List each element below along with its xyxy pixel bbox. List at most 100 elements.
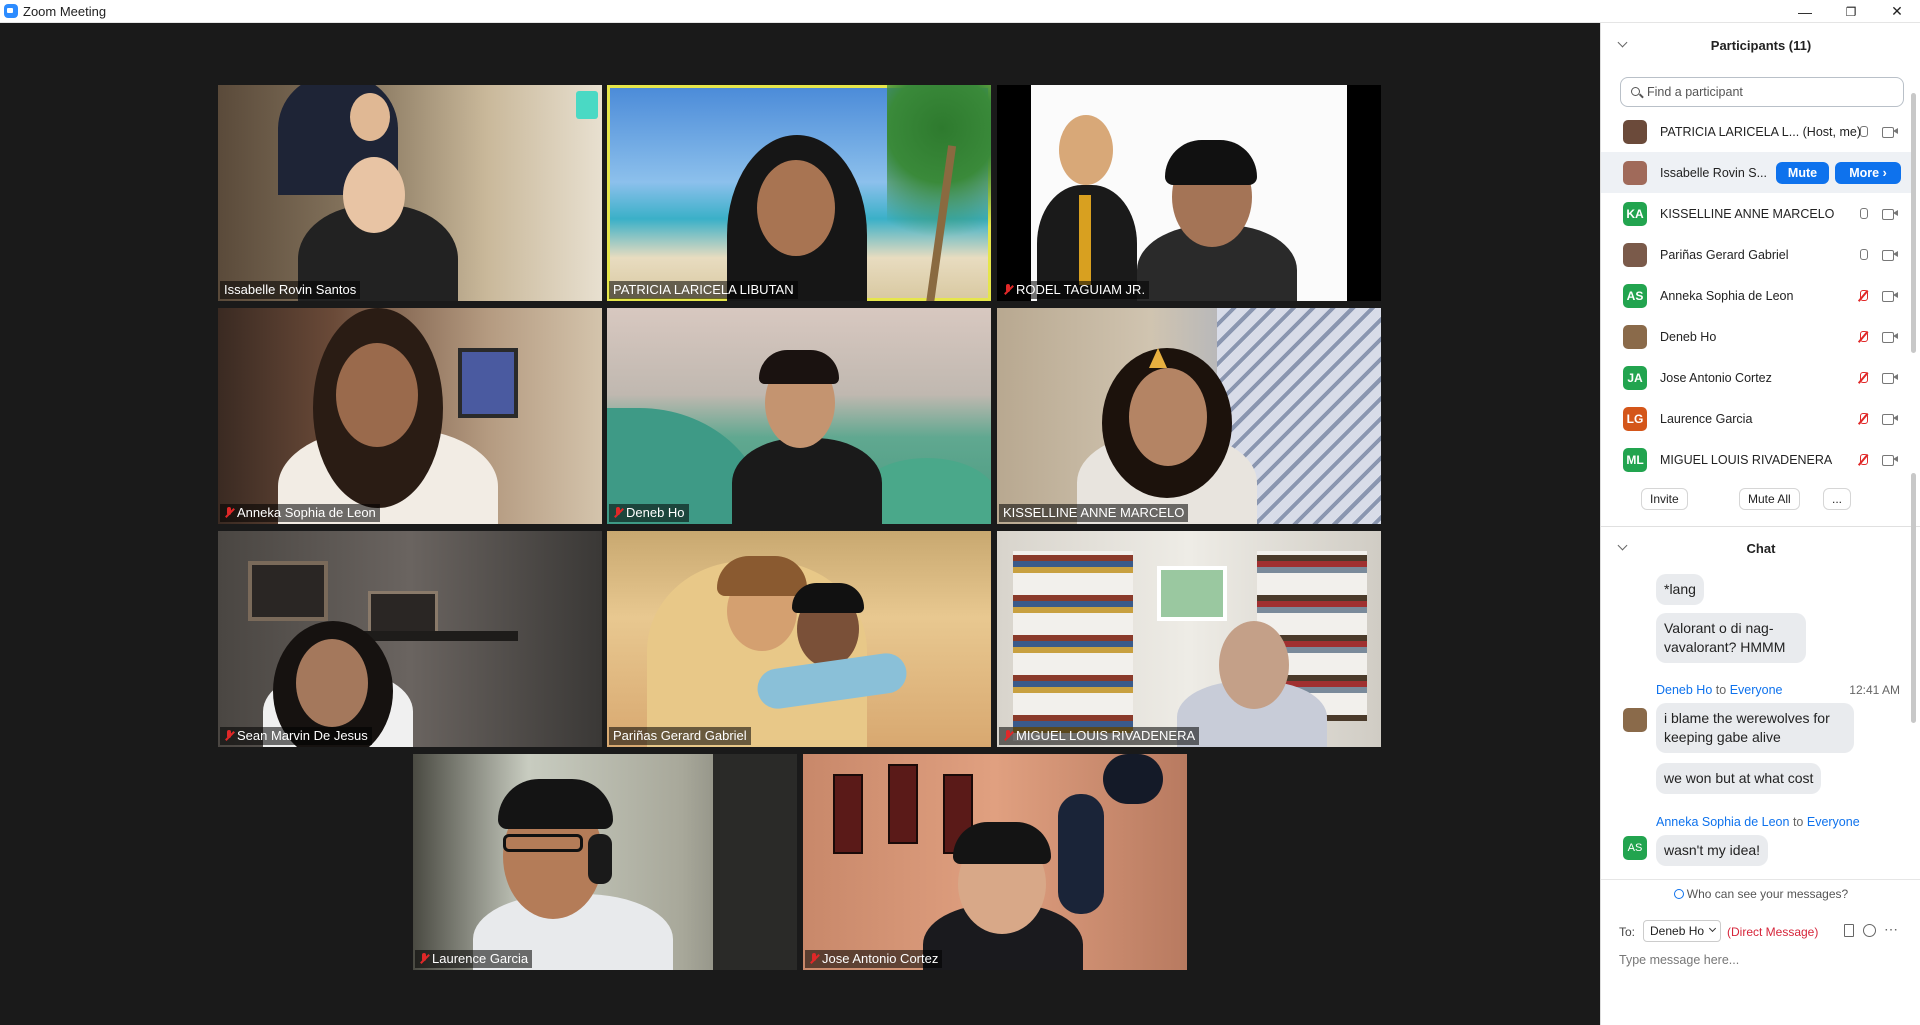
participant-row[interactable]: JA Jose Antonio Cortez bbox=[1601, 357, 1911, 398]
file-icon[interactable] bbox=[1844, 924, 1854, 937]
chat-more-icon[interactable]: ⋯ bbox=[1884, 921, 1898, 938]
chat-sender-line: Anneka Sophia de Leon to Everyone bbox=[1656, 815, 1860, 829]
mute-participant-button[interactable]: Mute bbox=[1776, 161, 1829, 184]
video-gallery: Issabelle Rovin Santos PATRICIA LARICELA… bbox=[0, 23, 1600, 1025]
participant-row[interactable]: ML MIGUEL LOUIS RIVADENERA bbox=[1601, 439, 1911, 480]
camera-icon bbox=[1882, 331, 1898, 343]
tile-name-label: Deneb Ho bbox=[609, 504, 689, 522]
more-options-button[interactable]: More › bbox=[1835, 161, 1901, 184]
tile-name-label: Issabelle Rovin Santos bbox=[220, 281, 361, 299]
participant-row[interactable]: Deneb Ho bbox=[1601, 316, 1911, 357]
emoji-icon[interactable] bbox=[1863, 924, 1876, 937]
muted-mic-icon bbox=[613, 507, 623, 519]
participant-avatar bbox=[1623, 242, 1647, 267]
tile-name-label: RODEL TAGUIAM JR. bbox=[999, 281, 1150, 299]
muted-mic-icon bbox=[419, 953, 429, 965]
chevron-down-icon[interactable] bbox=[1617, 37, 1628, 48]
vlive-badge-icon bbox=[576, 91, 598, 119]
to-label: To: bbox=[1619, 925, 1636, 939]
video-tile[interactable]: Deneb Ho bbox=[607, 308, 991, 524]
video-tile[interactable]: Issabelle Rovin Santos bbox=[218, 85, 602, 301]
who-can-see-link[interactable]: Who can see your messages? bbox=[1601, 887, 1920, 901]
divider bbox=[1601, 526, 1920, 527]
camera-icon bbox=[1882, 454, 1898, 466]
muted-mic-icon[interactable] bbox=[1859, 412, 1868, 425]
participants-scrollbar[interactable] bbox=[1911, 93, 1916, 353]
tile-name-label: Jose Antonio Cortez bbox=[805, 950, 943, 968]
chat-message: Valorant o di nag-vavalorant? HMMM bbox=[1656, 613, 1806, 663]
camera-icon bbox=[1882, 372, 1898, 384]
muted-mic-icon[interactable] bbox=[1859, 371, 1868, 384]
participant-avatar bbox=[1623, 119, 1647, 144]
participant-row[interactable]: KA KISSELLINE ANNE MARCELO bbox=[1601, 193, 1911, 234]
chat-avatar bbox=[1623, 708, 1647, 732]
camera-icon bbox=[1882, 290, 1898, 302]
window-title: Zoom Meeting bbox=[23, 4, 107, 19]
camera-icon bbox=[1882, 126, 1898, 138]
chat-scrollbar[interactable] bbox=[1911, 473, 1916, 723]
participant-search-input[interactable]: Find a participant bbox=[1620, 77, 1904, 107]
direct-message-label: (Direct Message) bbox=[1727, 925, 1819, 939]
video-tile[interactable]: Anneka Sophia de Leon bbox=[218, 308, 602, 524]
tile-name-label: KISSELLINE ANNE MARCELO bbox=[999, 504, 1189, 522]
camera-icon bbox=[1882, 249, 1898, 261]
chat-avatar: AS bbox=[1623, 836, 1647, 860]
participants-more-button[interactable]: ... bbox=[1823, 488, 1852, 510]
muted-mic-icon bbox=[809, 953, 819, 965]
camera-icon bbox=[1882, 208, 1898, 220]
mute-all-button[interactable]: Mute All bbox=[1739, 488, 1800, 510]
recipient-select[interactable]: Deneb Ho bbox=[1643, 920, 1722, 942]
mic-icon[interactable] bbox=[1859, 125, 1868, 138]
video-tile-active-speaker[interactable]: PATRICIA LARICELA LIBUTAN bbox=[607, 85, 991, 301]
tile-name-label: Laurence Garcia bbox=[415, 950, 533, 968]
tile-name-label: PATRICIA LARICELA LIBUTAN bbox=[609, 281, 798, 299]
muted-mic-icon[interactable] bbox=[1859, 289, 1868, 302]
zoom-logo-icon bbox=[4, 4, 18, 18]
participant-avatar: AS bbox=[1623, 283, 1647, 308]
participant-avatar bbox=[1623, 160, 1647, 185]
muted-mic-icon bbox=[1003, 284, 1013, 296]
title-bar: Zoom Meeting — ❐ ✕ bbox=[0, 0, 1920, 23]
video-tile[interactable]: Laurence Garcia bbox=[413, 754, 797, 970]
mic-icon[interactable] bbox=[1859, 207, 1868, 220]
mic-icon[interactable] bbox=[1859, 248, 1868, 261]
participant-row-selected[interactable]: Issabelle Rovin S... Mute More › bbox=[1601, 152, 1911, 193]
search-icon bbox=[1631, 87, 1640, 96]
video-tile[interactable]: Jose Antonio Cortez bbox=[803, 754, 1187, 970]
muted-mic-icon bbox=[224, 730, 234, 742]
tile-name-label: MIGUEL LOUIS RIVADENERA bbox=[999, 727, 1200, 745]
muted-mic-icon[interactable] bbox=[1859, 330, 1868, 343]
tile-name-label: Pariñas Gerard Gabriel bbox=[609, 727, 751, 745]
chevron-down-icon[interactable] bbox=[1617, 540, 1628, 551]
chat-message: wasn't my idea! bbox=[1656, 835, 1769, 866]
participant-row[interactable]: LG Laurence Garcia bbox=[1601, 398, 1911, 439]
video-tile[interactable]: Sean Marvin De Jesus bbox=[218, 531, 602, 747]
chat-message-input[interactable]: Type message here... bbox=[1619, 953, 1909, 967]
chat-message: *lang bbox=[1656, 574, 1704, 605]
video-tile[interactable]: RODEL TAGUIAM JR. bbox=[997, 85, 1381, 301]
chat-message: we won but at what cost bbox=[1656, 763, 1822, 794]
muted-mic-icon bbox=[1003, 730, 1013, 742]
participant-avatar: LG bbox=[1623, 406, 1647, 431]
participant-avatar: ML bbox=[1623, 447, 1647, 472]
chat-message: i blame the werewolves for keeping gabe … bbox=[1656, 703, 1854, 753]
video-tile[interactable]: MIGUEL LOUIS RIVADENERA bbox=[997, 531, 1381, 747]
participant-avatar: KA bbox=[1623, 201, 1647, 226]
camera-icon bbox=[1882, 413, 1898, 425]
chat-sender-line: Deneb Ho to Everyone bbox=[1656, 683, 1783, 697]
invite-button[interactable]: Invite bbox=[1641, 488, 1688, 510]
tile-name-label: Sean Marvin De Jesus bbox=[220, 727, 372, 745]
video-tile[interactable]: Pariñas Gerard Gabriel bbox=[607, 531, 991, 747]
video-tile[interactable]: KISSELLINE ANNE MARCELO bbox=[997, 308, 1381, 524]
muted-mic-icon bbox=[224, 507, 234, 519]
close-button[interactable]: ✕ bbox=[1874, 0, 1920, 23]
info-icon bbox=[1673, 889, 1684, 899]
side-panel: Participants (11) Find a participant PAT… bbox=[1600, 23, 1920, 1025]
chevron-down-icon bbox=[1709, 924, 1717, 933]
participant-row[interactable]: Pariñas Gerard Gabriel bbox=[1601, 234, 1911, 275]
minimize-button[interactable]: — bbox=[1782, 0, 1828, 23]
participant-row[interactable]: PATRICIA LARICELA L... (Host, me) bbox=[1601, 111, 1911, 152]
restore-button[interactable]: ❐ bbox=[1828, 0, 1874, 23]
participant-row[interactable]: AS Anneka Sophia de Leon bbox=[1601, 275, 1911, 316]
muted-mic-icon[interactable] bbox=[1859, 453, 1868, 466]
